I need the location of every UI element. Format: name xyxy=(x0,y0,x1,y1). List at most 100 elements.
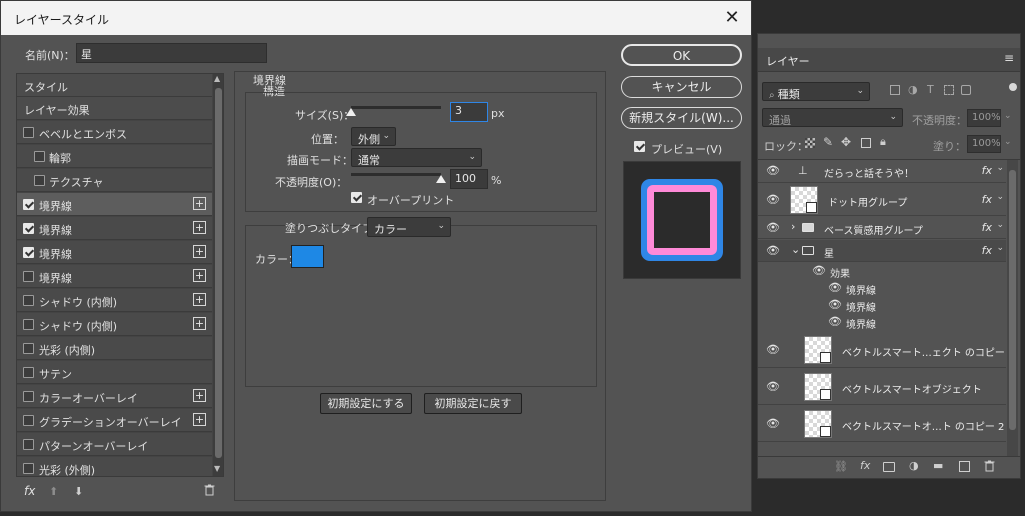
reset-default-button[interactable]: 初期設定に戻す xyxy=(424,393,522,414)
add-effect-icon[interactable]: + xyxy=(193,389,206,402)
adjustment-filter-icon[interactable]: ◑ xyxy=(908,83,918,96)
fx-icon[interactable]: fx xyxy=(982,221,992,234)
style-item-checkbox[interactable] xyxy=(23,247,34,258)
add-effect-icon[interactable]: + xyxy=(193,413,206,426)
visibility-eye-icon[interactable]: 👁︎ xyxy=(766,193,780,206)
layer-row[interactable]: 👁︎ ベクトルスマートオ…ト のコピー 2 xyxy=(758,406,1006,442)
shape-filter-icon[interactable] xyxy=(944,85,954,95)
fx-icon[interactable]: fx xyxy=(860,459,870,472)
size-slider-handle[interactable] xyxy=(346,108,356,116)
visibility-eye-icon[interactable]: 👁︎ xyxy=(812,264,826,277)
style-item[interactable]: パターンオーバーレイ xyxy=(17,433,212,456)
lock-paint-icon[interactable]: ✎ xyxy=(823,135,833,149)
panel-menu-icon[interactable]: ≡ xyxy=(1004,51,1014,65)
visibility-eye-icon[interactable]: 👁︎ xyxy=(766,343,780,356)
scrollbar-thumb[interactable] xyxy=(215,88,222,458)
style-item[interactable]: カラーオーバーレイ + xyxy=(17,385,212,408)
style-item[interactable]: スタイル xyxy=(17,74,212,97)
chevron-down-icon[interactable]: ⌄ xyxy=(791,243,800,256)
style-item[interactable]: 境界線 + xyxy=(17,265,212,288)
visibility-eye-icon[interactable]: 👁︎ xyxy=(828,281,842,294)
layer-row[interactable]: 👁︎ 境界線 xyxy=(758,297,1006,314)
layer-row[interactable]: 👁︎ › ベース質感用グループ fx ⌄ xyxy=(758,217,1006,239)
add-effect-icon[interactable]: + xyxy=(193,221,206,234)
style-item[interactable]: 光彩 (内側) xyxy=(17,337,212,360)
smart-object-filter-icon[interactable] xyxy=(961,85,971,95)
opacity-input[interactable]: 100 xyxy=(450,169,488,189)
style-item[interactable]: 境界線 + xyxy=(17,217,212,240)
layer-row[interactable]: 👁︎ ⌄ 星 fx ⌄ xyxy=(758,240,1006,262)
color-swatch[interactable] xyxy=(291,245,324,268)
layer-row[interactable]: 👁︎ ベクトルスマート…ェクト のコピー xyxy=(758,332,1006,368)
size-slider-track[interactable] xyxy=(351,106,441,109)
folder-icon[interactable]: ▬ xyxy=(933,459,943,472)
style-item-checkbox[interactable] xyxy=(23,319,34,330)
scroll-down-icon[interactable]: ▼ xyxy=(214,464,220,473)
name-input[interactable]: 星 xyxy=(76,43,267,63)
style-item[interactable]: ベベルとエンボス xyxy=(17,121,212,144)
layer-row[interactable]: 👁︎ ドット用グループ fx ⌄ xyxy=(758,184,1006,216)
style-item-checkbox[interactable] xyxy=(23,391,34,402)
style-item-checkbox[interactable] xyxy=(23,223,34,234)
visibility-eye-icon[interactable]: 👁︎ xyxy=(766,221,780,234)
blend-mode-dropdown[interactable]: 通過 ⌄ xyxy=(762,108,903,127)
new-layer-icon[interactable] xyxy=(959,461,970,472)
fill-input[interactable]: 100% xyxy=(967,135,1001,153)
add-effect-icon[interactable]: + xyxy=(193,317,206,330)
chevron-down-icon[interactable]: ⌄ xyxy=(996,163,1004,173)
visibility-eye-icon[interactable]: 👁︎ xyxy=(766,244,780,257)
style-item-checkbox[interactable] xyxy=(34,151,45,162)
tab-layers[interactable]: レイヤー xyxy=(766,53,810,69)
move-up-icon[interactable]: ⬆ xyxy=(49,485,58,498)
size-input[interactable]: 3 xyxy=(450,102,488,122)
overprint-checkbox[interactable] xyxy=(351,192,362,203)
add-effect-icon[interactable]: + xyxy=(193,269,206,282)
lock-artboard-icon[interactable] xyxy=(861,138,871,148)
fx-icon[interactable]: fx xyxy=(982,164,992,177)
visibility-eye-icon[interactable]: 👁︎ xyxy=(828,315,842,328)
chevron-down-icon[interactable]: ⌄ xyxy=(996,220,1004,230)
style-item-checkbox[interactable] xyxy=(23,199,34,210)
visibility-eye-icon[interactable]: 👁︎ xyxy=(766,380,780,393)
style-item-checkbox[interactable] xyxy=(23,463,34,474)
visibility-eye-icon[interactable]: 👁︎ xyxy=(766,417,780,430)
style-item[interactable]: テクスチャ xyxy=(17,169,212,192)
move-down-icon[interactable]: ⬇ xyxy=(74,485,83,498)
visibility-eye-icon[interactable]: 👁︎ xyxy=(766,164,780,177)
filter-kind-dropdown[interactable]: ⌕ 種類 ⌄ xyxy=(762,82,870,101)
add-effect-icon[interactable]: + xyxy=(193,245,206,258)
make-default-button[interactable]: 初期設定にする xyxy=(320,393,412,414)
style-item-checkbox[interactable] xyxy=(23,439,34,450)
lock-position-icon[interactable]: ✥ xyxy=(841,135,851,149)
style-item-checkbox[interactable] xyxy=(23,343,34,354)
fx-icon[interactable]: fx xyxy=(982,193,992,206)
position-dropdown[interactable]: 外側 ⌄ xyxy=(351,127,396,146)
new-style-button[interactable]: 新規スタイル(W)... xyxy=(621,107,742,129)
style-item-checkbox[interactable] xyxy=(23,271,34,282)
mask-icon[interactable] xyxy=(883,462,895,472)
fx-icon[interactable]: fx xyxy=(24,484,35,498)
style-item-checkbox[interactable] xyxy=(23,127,34,138)
cancel-button[interactable]: キャンセル xyxy=(621,76,742,98)
style-item[interactable]: 境界線 + xyxy=(17,241,212,264)
ok-button[interactable]: OK xyxy=(621,44,742,66)
chevron-down-icon[interactable]: ⌄ xyxy=(996,243,1004,253)
layer-row[interactable]: 👁︎ ⊥ だらっと話そうや！ fx ⌄ xyxy=(758,160,1006,183)
layer-row[interactable]: 👁︎ ベクトルスマートオブジェクト xyxy=(758,369,1006,405)
style-item-checkbox[interactable] xyxy=(23,367,34,378)
layer-row[interactable]: 👁︎ 境界線 xyxy=(758,314,1006,331)
layer-opacity-input[interactable]: 100% xyxy=(967,109,1001,127)
chevron-down-icon[interactable]: ⌄ xyxy=(996,192,1004,202)
chevron-right-icon[interactable]: › xyxy=(791,220,795,233)
visibility-eye-icon[interactable]: 👁︎ xyxy=(828,298,842,311)
style-item[interactable]: 境界線 + xyxy=(17,193,212,216)
layer-list-scrollbar[interactable] xyxy=(1007,160,1018,456)
lock-all-icon[interactable]: 🔒︎ xyxy=(880,135,886,149)
lock-transparent-icon[interactable] xyxy=(805,138,815,148)
scroll-up-icon[interactable]: ▲ xyxy=(214,74,220,83)
fx-icon[interactable]: fx xyxy=(982,244,992,257)
trash-icon[interactable] xyxy=(204,484,215,499)
layer-scrollbar-thumb[interactable] xyxy=(1009,170,1016,430)
style-item[interactable]: 輪郭 xyxy=(17,145,212,168)
style-item-checkbox[interactable] xyxy=(23,295,34,306)
